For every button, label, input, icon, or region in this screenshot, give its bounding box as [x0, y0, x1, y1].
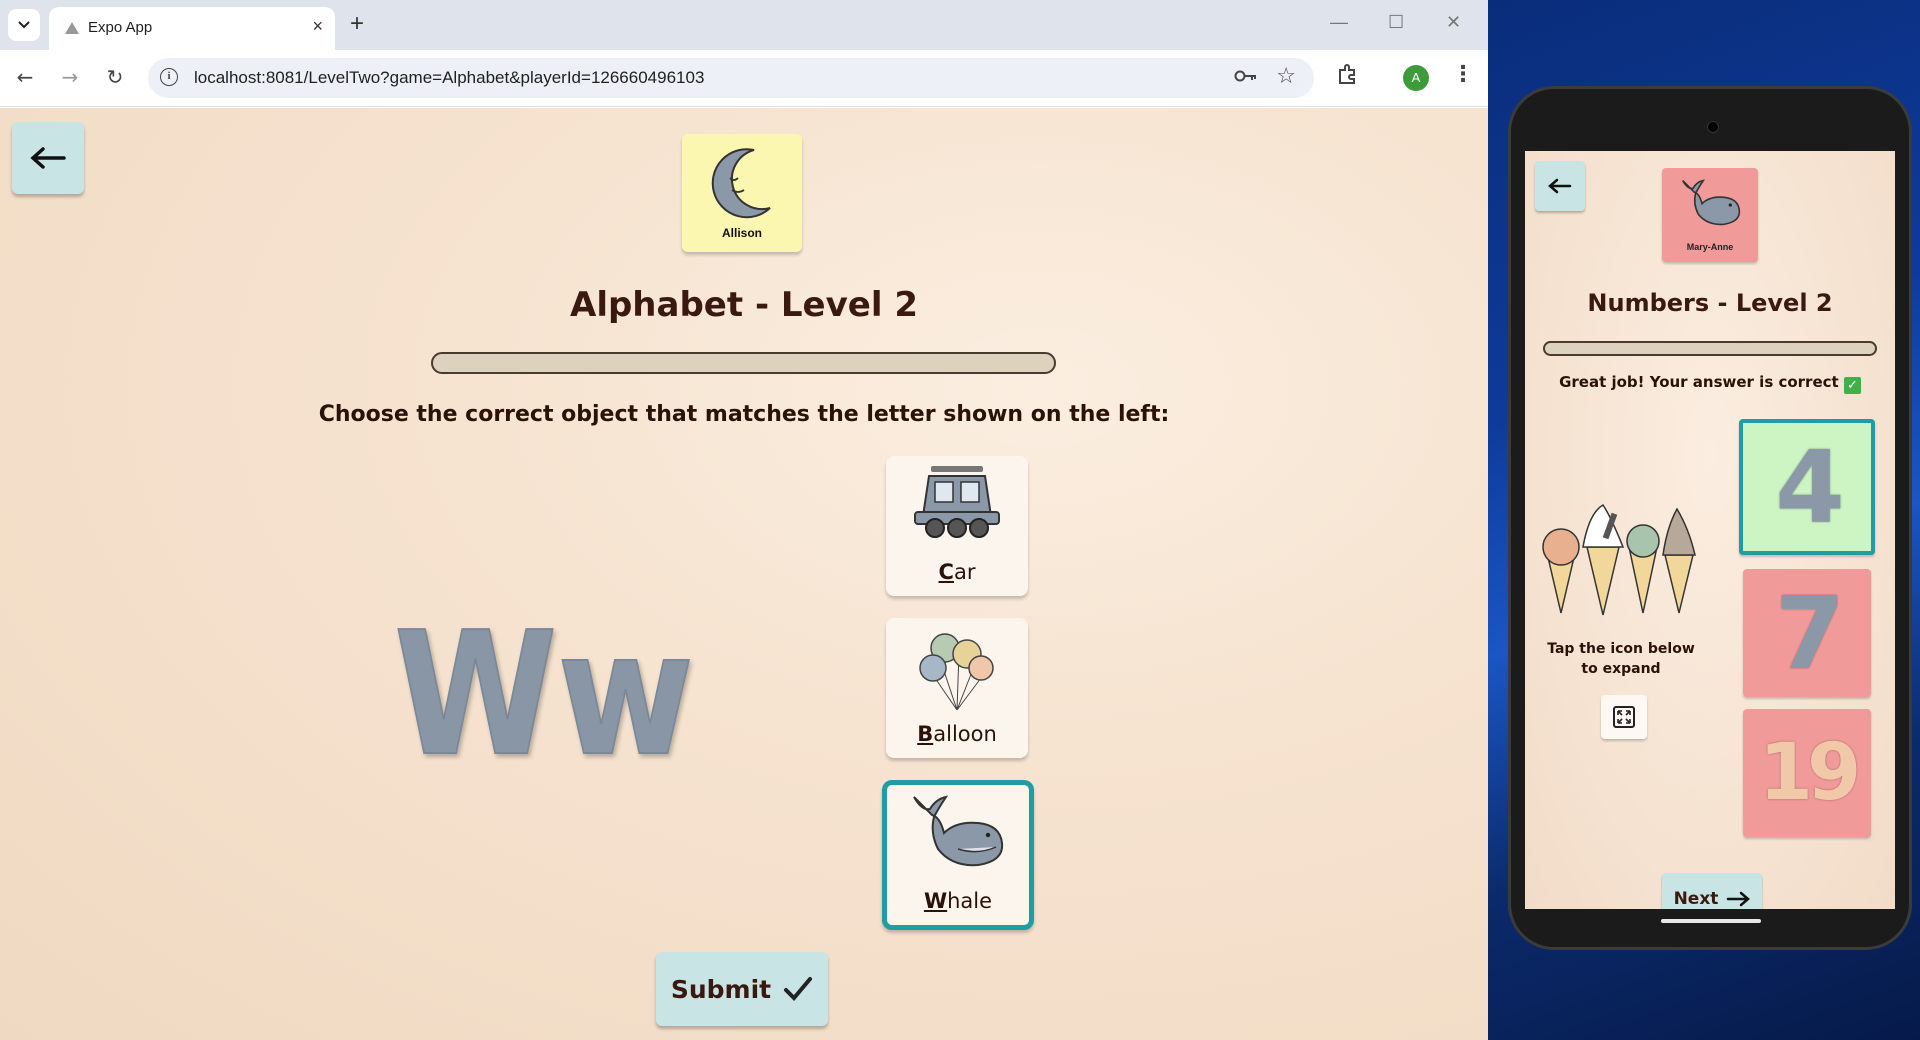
bookmark-star-icon[interactable]: ☆: [1276, 64, 1296, 89]
maximize-button[interactable]: ☐: [1388, 12, 1404, 33]
option-label-balloon: Balloon: [917, 722, 997, 746]
back-nav-icon[interactable]: ←: [12, 64, 38, 90]
feedback-text: Great job! Your answer is correct: [1559, 373, 1839, 391]
close-window-button[interactable]: ✕: [1446, 12, 1461, 33]
tab-title: Expo App: [88, 19, 153, 36]
arrow-right-icon: [1727, 891, 1751, 907]
progress-bar: [431, 352, 1056, 374]
whale-icon: [1682, 179, 1741, 226]
arrow-left-icon: [1548, 178, 1572, 194]
back-button[interactable]: [12, 122, 84, 194]
tab-bar: Expo App × + — ☐ ✕: [0, 0, 1488, 50]
phone-player-avatar-card: Mary-Anne: [1662, 168, 1758, 262]
phone-emulator: Mary-Anne Numbers - Level 2 Great job! Y…: [1508, 86, 1912, 950]
phone-back-button[interactable]: [1535, 161, 1585, 211]
next-label: Next: [1673, 889, 1719, 909]
phone-screen: Mary-Anne Numbers - Level 2 Great job! Y…: [1525, 151, 1895, 909]
address-bar[interactable]: i localhost:8081/LevelTwo?game=Alphabet&…: [148, 58, 1314, 98]
option-label-whale: Whale: [923, 889, 993, 913]
expand-button[interactable]: [1601, 695, 1647, 739]
submit-label: Submit: [670, 974, 772, 1004]
number-option-4[interactable]: 4: [1739, 419, 1875, 555]
minimize-button[interactable]: —: [1330, 12, 1348, 33]
chevron-down-icon: [18, 21, 30, 29]
letter-ww-text: Ww: [394, 603, 694, 773]
tab-search-button[interactable]: [8, 9, 40, 41]
player-name: Allison: [721, 226, 762, 240]
option-card-whale[interactable]: Whale: [882, 780, 1034, 930]
browser-toolbar: ← → ↻ i localhost:8081/LevelTwo?game=Alp…: [0, 50, 1488, 107]
number-option-19[interactable]: 19: [1743, 709, 1871, 837]
forward-nav-icon[interactable]: →: [57, 64, 83, 90]
phone-progress-bar: [1543, 341, 1877, 356]
game-page: Allison Alphabet - Level 2 Choose the co…: [0, 108, 1488, 1040]
number-option-value: 4: [1775, 428, 1845, 546]
next-button[interactable]: Next: [1662, 873, 1762, 909]
profile-avatar[interactable]: A: [1403, 65, 1429, 91]
reload-icon[interactable]: ↻: [102, 64, 128, 90]
extensions-puzzle-icon[interactable]: [1336, 62, 1360, 86]
phone-player-name: Mary-Anne: [1686, 242, 1734, 252]
phone-camera: [1707, 121, 1719, 133]
page-title: Alphabet - Level 2: [570, 285, 918, 325]
arrow-left-icon: [30, 147, 66, 169]
balloon-icon: [919, 633, 994, 711]
new-tab-button[interactable]: +: [350, 10, 364, 38]
url-text[interactable]: localhost:8081/LevelTwo?game=Alphabet&pl…: [194, 68, 704, 88]
expand-icon: [1613, 706, 1635, 728]
number-option-value: 7: [1775, 574, 1845, 692]
browser-window: Expo App × + — ☐ ✕ ← → ↻ i localhost:808…: [0, 0, 1488, 1040]
number-option-7[interactable]: 7: [1743, 569, 1871, 697]
instructions-text: Choose the correct object that matches t…: [318, 402, 1170, 427]
expo-favicon-icon: [65, 22, 79, 34]
password-key-icon[interactable]: [1234, 66, 1258, 86]
tap-to-expand-text: Tap the icon below to expand: [1547, 641, 1695, 677]
tab-close-icon[interactable]: ×: [312, 16, 323, 37]
option-label-car: Car: [938, 560, 976, 584]
checkmark-icon: [784, 977, 813, 1001]
browser-tab[interactable]: Expo App ×: [49, 7, 335, 50]
number-option-value: 19: [1758, 728, 1862, 818]
letter-ww-display: Ww: [393, 603, 695, 773]
option-card-balloon[interactable]: Balloon: [886, 618, 1028, 758]
home-indicator: [1661, 919, 1761, 923]
moon-icon: [711, 148, 771, 219]
ice-cream-cones-icon: [1542, 504, 1696, 616]
feedback-message: Great job! Your answer is correct ✓: [1525, 373, 1895, 394]
whale-icon: [913, 795, 1004, 867]
site-info-icon[interactable]: i: [160, 68, 178, 86]
option-card-car[interactable]: Car: [886, 456, 1028, 596]
browser-menu-icon[interactable]: ⋮: [1452, 62, 1474, 87]
submit-button[interactable]: Submit: [656, 952, 828, 1026]
phone-page-title: Numbers - Level 2: [1587, 289, 1833, 317]
player-avatar-card: Allison: [682, 134, 802, 252]
check-mark-icon: ✓: [1843, 377, 1861, 394]
car-icon: [914, 466, 1000, 538]
